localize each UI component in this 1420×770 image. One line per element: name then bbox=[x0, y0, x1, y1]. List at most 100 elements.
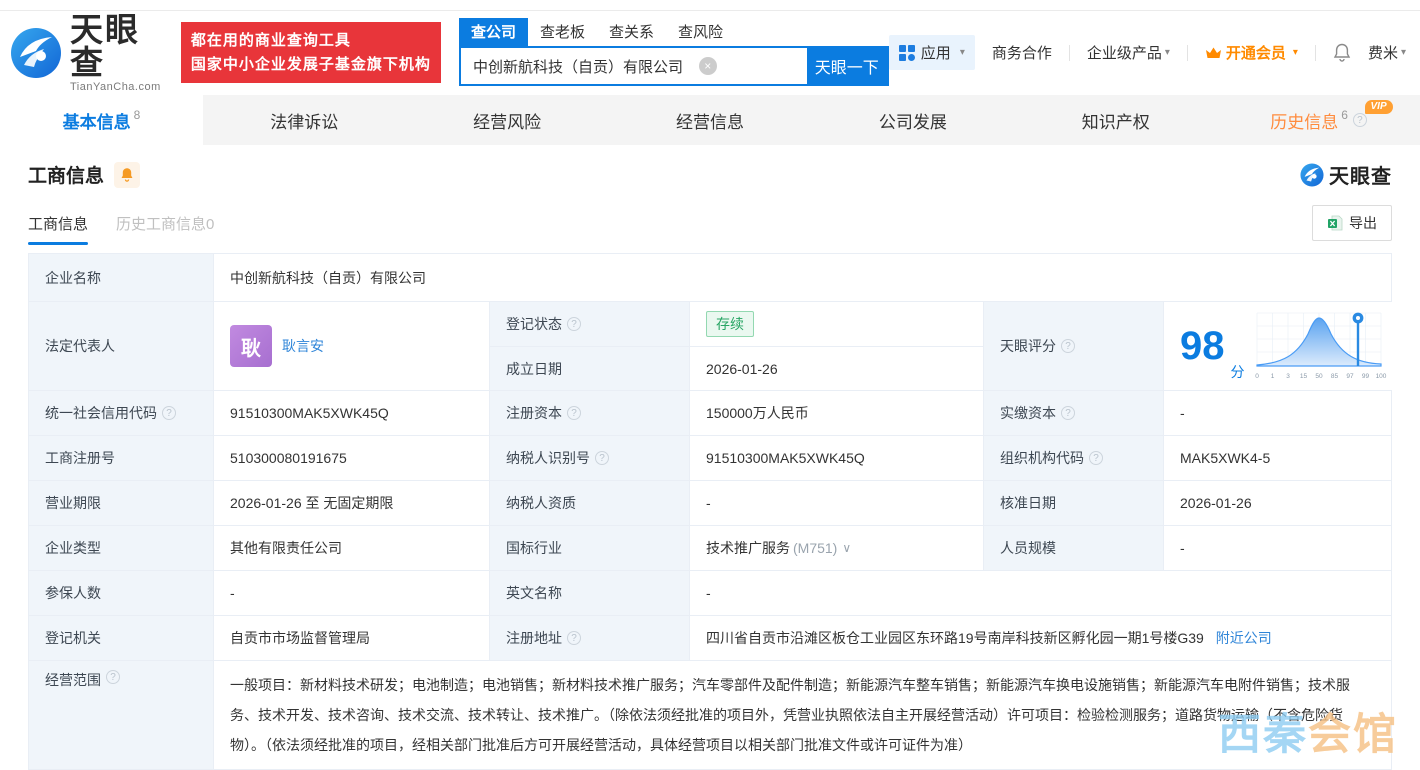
username: 费米 bbox=[1367, 45, 1398, 62]
staff-size-value: - bbox=[1164, 526, 1391, 570]
apps-grid-icon bbox=[898, 44, 915, 61]
svg-text:3: 3 bbox=[1286, 373, 1290, 380]
apps-label: 应用 bbox=[920, 45, 951, 62]
reg-capital-value: 150000万人民币 bbox=[690, 391, 984, 435]
status-badge: 存续 bbox=[706, 311, 754, 337]
brand-name: 天眼查 bbox=[70, 10, 140, 81]
page-watermark: 西秦会馆 bbox=[1218, 700, 1398, 762]
header: 天眼查 TianYanCha.com 都在用的商业查询工具 国家中小企业发展子基… bbox=[0, 0, 1420, 95]
export-button[interactable]: 导出 bbox=[1312, 205, 1392, 241]
insured-count-value: - bbox=[214, 571, 490, 615]
slogan-line2: 国家中小企业发展子基金旗下机构 bbox=[190, 55, 431, 73]
nav-user-menu[interactable]: 费米 ▾ bbox=[1368, 42, 1406, 63]
search-tab-boss[interactable]: 查老板 bbox=[528, 18, 597, 46]
approve-date-label: 核准日期 bbox=[984, 481, 1164, 525]
tianyancha-eye-icon bbox=[1300, 162, 1324, 187]
tab-history-info[interactable]: VIP 历史信息 6 ? bbox=[1217, 95, 1420, 145]
business-scope-label-text: 经营范围 bbox=[45, 672, 101, 688]
legal-rep-link[interactable]: 耿言安 bbox=[282, 336, 324, 356]
establish-date-label: 成立日期 bbox=[490, 346, 690, 390]
content-watermark-text: 天眼查 bbox=[1329, 166, 1392, 188]
table-row: 企业类型 其他有限责任公司 国标行业 技术推广服务 (M751) ∨ 人员规模 … bbox=[29, 526, 1391, 571]
tab-legal[interactable]: 法律诉讼 bbox=[203, 95, 406, 145]
english-name-label: 英文名称 bbox=[490, 571, 690, 615]
search-tab-relation[interactable]: 查关系 bbox=[597, 18, 666, 46]
svg-text:85: 85 bbox=[1330, 373, 1338, 380]
business-term-value: 2026-01-26 至 无固定期限 bbox=[214, 481, 490, 525]
nav-open-vip[interactable]: 开通会员 ▾ bbox=[1205, 42, 1298, 63]
brand-slogan: 都在用的商业查询工具 国家中小企业发展子基金旗下机构 bbox=[180, 22, 441, 83]
score-value: 98 bbox=[1180, 324, 1225, 368]
nav-cooperation[interactable]: 商务合作 bbox=[992, 42, 1052, 63]
company-name-label: 企业名称 bbox=[29, 254, 214, 301]
clear-search-icon[interactable]: × bbox=[698, 57, 717, 75]
tab-company-development[interactable]: 公司发展 bbox=[811, 95, 1014, 145]
paid-capital-label: 实缴资本 ? bbox=[984, 391, 1164, 435]
tab-company-development-label: 公司发展 bbox=[878, 112, 947, 132]
score-distribution-chart: 0 1 3 15 50 85 97 99 100 bbox=[1255, 312, 1386, 380]
nearby-companies-link[interactable]: 附近公司 bbox=[1216, 630, 1272, 646]
chevron-expand-icon[interactable]: ∨ bbox=[842, 541, 851, 555]
content-watermark-logo: 天眼查 bbox=[1300, 160, 1392, 189]
table-row: 法定代表人 耿 耿言安 登记状态 ? 存续 成立日期 2026-01-26 天眼… bbox=[29, 302, 1395, 391]
table-row: 工商注册号 510300080191675 纳税人识别号 ? 91510300M… bbox=[29, 436, 1391, 481]
score-cell: 98 分 0 1 3 15 50 85 97 99 100 bbox=[1164, 302, 1395, 390]
table-row: 企业名称 中创新航科技（自贡）有限公司 bbox=[29, 254, 1391, 302]
search-area: 查公司 查老板 查关系 查风险 × 天眼一下 bbox=[458, 18, 889, 86]
subscribe-bell-icon[interactable] bbox=[114, 161, 141, 188]
apps-menu[interactable]: 应用 ▾ bbox=[888, 35, 975, 70]
tab-business-info[interactable]: 经营信息 bbox=[609, 95, 812, 145]
tab-basic-info[interactable]: 基本信息 8 bbox=[0, 95, 203, 145]
chevron-down-icon: ▾ bbox=[1400, 47, 1406, 58]
search-input[interactable] bbox=[460, 48, 807, 84]
approve-date-value: 2026-01-26 bbox=[1164, 481, 1391, 525]
reg-capital-label-text: 注册资本 bbox=[506, 405, 562, 421]
reg-authority-label: 登记机关 bbox=[29, 616, 214, 660]
crown-icon bbox=[1205, 47, 1221, 58]
nav-enterprise[interactable]: 企业级产品 ▾ bbox=[1087, 42, 1170, 63]
industry-value: 技术推广服务 (M751) ∨ bbox=[690, 526, 984, 570]
org-code-label: 组织机构代码 ? bbox=[984, 436, 1164, 480]
taxpayer-id-label: 纳税人识别号 ? bbox=[490, 436, 690, 480]
tianyancha-eye-icon bbox=[11, 27, 61, 78]
reg-status-label: 登记状态 ? bbox=[490, 302, 690, 346]
taxpayer-id-label-text: 纳税人识别号 bbox=[506, 450, 590, 466]
tab-operating-risk[interactable]: 经营风险 bbox=[406, 95, 609, 145]
business-info-table: 企业名称 中创新航科技（自贡）有限公司 法定代表人 耿 耿言安 登记状态 ? 存… bbox=[28, 253, 1395, 770]
search-button[interactable]: 天眼一下 bbox=[806, 48, 887, 84]
tab-history-info-count: 6 bbox=[1341, 108, 1348, 122]
help-icon[interactable]: ? bbox=[567, 406, 581, 420]
subtab-history-registration[interactable]: 历史工商信息0 bbox=[116, 213, 214, 245]
search-tab-company[interactable]: 查公司 bbox=[458, 18, 528, 46]
business-term-label: 营业期限 bbox=[29, 481, 214, 525]
section-title: 工商信息 bbox=[28, 166, 105, 187]
help-icon[interactable]: ? bbox=[1061, 339, 1075, 353]
help-icon[interactable]: ? bbox=[1352, 113, 1367, 127]
svg-text:99: 99 bbox=[1361, 373, 1369, 380]
legal-rep-label: 法定代表人 bbox=[29, 302, 214, 390]
search-tab-risk[interactable]: 查风险 bbox=[666, 18, 735, 46]
brand-logo[interactable]: 天眼查 TianYanCha.com bbox=[10, 13, 167, 93]
notification-bell-icon[interactable] bbox=[1333, 43, 1351, 62]
help-icon[interactable]: ? bbox=[106, 670, 120, 684]
taxpayer-quality-value: - bbox=[690, 481, 984, 525]
svg-text:1: 1 bbox=[1270, 373, 1274, 380]
help-icon[interactable]: ? bbox=[1089, 451, 1103, 465]
help-icon[interactable]: ? bbox=[595, 451, 609, 465]
insured-count-label: 参保人数 bbox=[29, 571, 214, 615]
reg-number-label: 工商注册号 bbox=[29, 436, 214, 480]
org-code-label-text: 组织机构代码 bbox=[1000, 450, 1084, 466]
help-icon[interactable]: ? bbox=[567, 631, 581, 645]
legal-rep-avatar[interactable]: 耿 bbox=[230, 325, 272, 367]
help-icon[interactable]: ? bbox=[1061, 406, 1075, 420]
nav-divider bbox=[1186, 44, 1188, 61]
legal-rep-cell: 耿 耿言安 bbox=[214, 302, 490, 390]
subtab-business-registration[interactable]: 工商信息 bbox=[28, 213, 89, 245]
help-icon[interactable]: ? bbox=[567, 317, 581, 331]
establish-date-value: 2026-01-26 bbox=[690, 346, 984, 390]
tab-basic-info-label: 基本信息 bbox=[62, 112, 131, 132]
help-icon[interactable]: ? bbox=[162, 406, 176, 420]
table-row: 登记机关 自贡市市场监督管理局 注册地址 ? 四川省自贡市沿滩区板仓工业园区东环… bbox=[29, 616, 1391, 661]
tab-intellectual-property[interactable]: 知识产权 bbox=[1014, 95, 1217, 145]
company-type-value: 其他有限责任公司 bbox=[214, 526, 490, 570]
